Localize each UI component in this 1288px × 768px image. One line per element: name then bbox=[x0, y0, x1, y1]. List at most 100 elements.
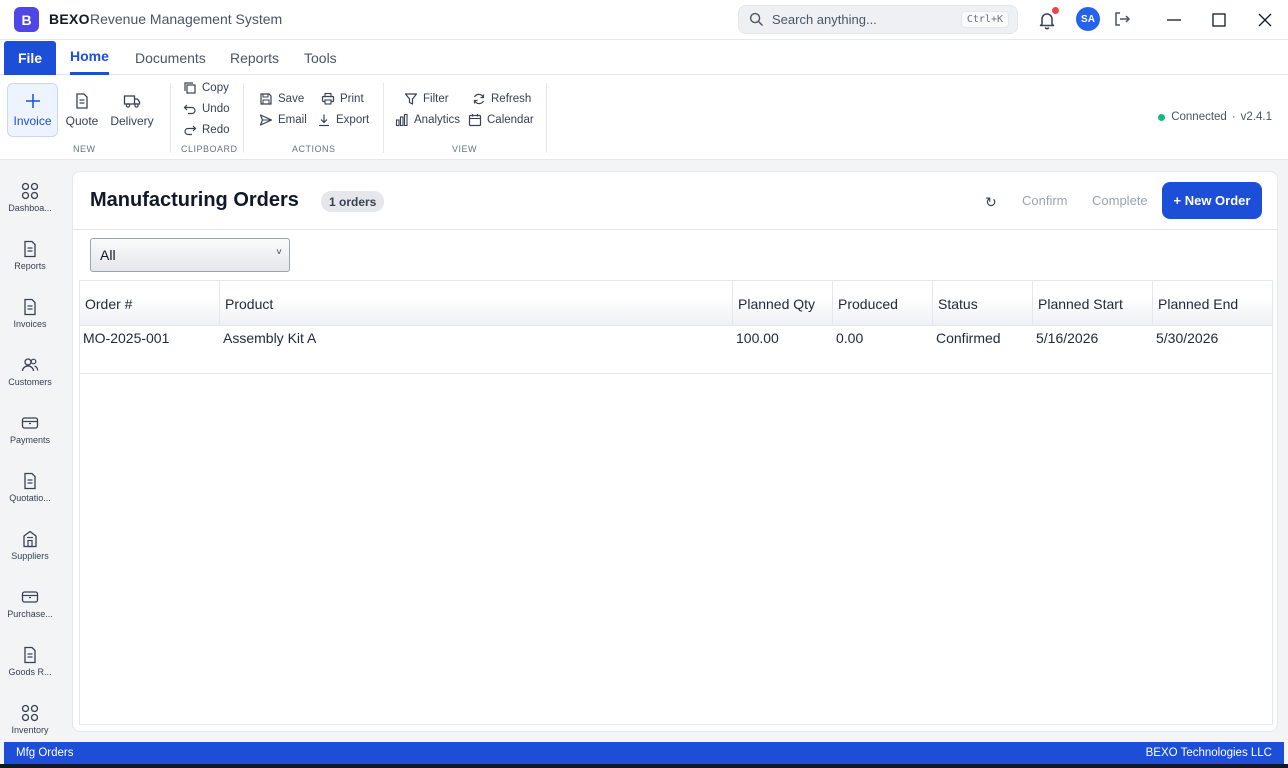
copy-button[interactable]: Copy bbox=[183, 81, 229, 95]
save-icon bbox=[260, 93, 272, 105]
sidebar-item-label: Customers bbox=[8, 376, 52, 387]
complete-button[interactable]: Complete bbox=[1092, 193, 1148, 208]
sidebar: Dashboa... Reports Invoices Customers Pa… bbox=[0, 160, 60, 740]
user-avatar[interactable]: SA bbox=[1076, 7, 1100, 31]
global-search[interactable]: Search anything... Ctrl+K bbox=[738, 5, 1018, 34]
refresh-label: Refresh bbox=[491, 93, 532, 105]
sidebar-item-quotations[interactable]: Quotatio... bbox=[0, 458, 60, 516]
minimize-icon[interactable] bbox=[1163, 9, 1185, 31]
search-placeholder: Search anything... bbox=[772, 12, 877, 27]
email-button[interactable]: Email bbox=[259, 113, 307, 127]
building-icon bbox=[23, 530, 37, 547]
column-header-planned-qty[interactable]: Planned Qty bbox=[733, 281, 833, 326]
main-panel: Manufacturing Orders 1 orders ↻ Confirm … bbox=[72, 171, 1278, 732]
filter-label: Filter bbox=[423, 93, 449, 105]
sidebar-item-inventory[interactable]: Inventory bbox=[0, 690, 60, 748]
analytics-label: Analytics bbox=[414, 114, 461, 126]
group-label-clipboard: CLIPBOARD bbox=[181, 144, 238, 154]
wallet-icon bbox=[21, 590, 39, 603]
column-header-planned-end[interactable]: Planned End bbox=[1153, 281, 1272, 326]
calendar-icon bbox=[468, 114, 482, 127]
document-icon bbox=[24, 472, 36, 489]
sidebar-item-label: Reports bbox=[14, 260, 46, 271]
brand-name: BEXO bbox=[49, 11, 90, 27]
ribbon-tabs: File Home Documents Reports Tools bbox=[0, 40, 1288, 75]
cell-planned-start: 5/16/2026 bbox=[1036, 330, 1099, 346]
refresh-button[interactable]: Refresh bbox=[472, 92, 531, 106]
close-icon[interactable] bbox=[1254, 9, 1276, 31]
new-order-button[interactable]: + New Order bbox=[1162, 182, 1262, 219]
save-label: Save bbox=[278, 93, 305, 105]
group-label-actions: ACTIONS bbox=[292, 144, 336, 154]
maximize-icon[interactable] bbox=[1208, 9, 1230, 31]
ribbon-separator bbox=[546, 83, 547, 153]
save-button[interactable]: Save bbox=[259, 92, 304, 106]
status-filter-select[interactable]: All ˅ bbox=[90, 238, 290, 272]
copy-label: Copy bbox=[202, 82, 229, 94]
new-delivery-button[interactable]: Delivery bbox=[108, 83, 156, 137]
column-header-status[interactable]: Status bbox=[933, 281, 1033, 326]
tab-tools[interactable]: Tools bbox=[304, 40, 337, 75]
bar-chart-icon bbox=[395, 113, 408, 127]
send-icon bbox=[259, 114, 273, 126]
filter-button[interactable]: Filter bbox=[404, 92, 449, 106]
sidebar-item-reports[interactable]: Reports bbox=[0, 226, 60, 284]
export-label: Export bbox=[336, 114, 370, 126]
search-shortcut: Ctrl+K bbox=[960, 11, 1009, 28]
redo-label: Redo bbox=[202, 124, 230, 136]
sidebar-item-suppliers[interactable]: Suppliers bbox=[0, 516, 60, 574]
connection-label: Connected bbox=[1171, 111, 1227, 123]
cell-produced: 0.00 bbox=[836, 330, 864, 346]
app-logo: B bbox=[14, 7, 39, 32]
reload-button[interactable]: ↻ bbox=[985, 194, 997, 211]
sidebar-item-payments[interactable]: Payments bbox=[0, 400, 60, 458]
ribbon-separator bbox=[170, 83, 171, 153]
connection-status: Connected · v2.4.1 bbox=[1158, 111, 1272, 123]
copy-icon bbox=[184, 82, 196, 94]
column-header-produced[interactable]: Produced bbox=[833, 281, 933, 326]
page-title: Manufacturing Orders bbox=[90, 189, 299, 211]
column-header-planned-start[interactable]: Planned Start bbox=[1033, 281, 1153, 326]
sidebar-item-label: Quotatio... bbox=[9, 492, 51, 503]
new-invoice-button[interactable]: Invoice bbox=[7, 83, 58, 137]
sidebar-item-label: Inventory bbox=[11, 724, 49, 735]
truck-icon bbox=[123, 95, 141, 108]
grid-icon bbox=[21, 182, 39, 199]
analytics-button[interactable]: Analytics bbox=[395, 113, 460, 127]
print-button[interactable]: Print bbox=[321, 92, 364, 106]
wallet-icon bbox=[21, 416, 39, 429]
new-quote-button[interactable]: Quote bbox=[62, 83, 102, 137]
tab-file[interactable]: File bbox=[4, 41, 56, 75]
order-count-badge: 1 orders bbox=[321, 191, 385, 212]
column-header-order[interactable]: Order # bbox=[80, 281, 220, 326]
document-icon bbox=[24, 240, 36, 257]
sidebar-item-customers[interactable]: Customers bbox=[0, 342, 60, 400]
app-subtitle: Revenue Management System bbox=[90, 11, 283, 27]
cell-planned-end: 5/30/2026 bbox=[1156, 330, 1219, 346]
redo-button[interactable]: Redo bbox=[183, 123, 230, 137]
tab-home[interactable]: Home bbox=[70, 40, 109, 75]
status-bar: Mfg Orders BEXO Technologies LLC bbox=[4, 742, 1284, 764]
calendar-button[interactable]: Calendar bbox=[468, 113, 534, 127]
export-button[interactable]: Export bbox=[317, 113, 369, 127]
confirm-button[interactable]: Confirm bbox=[1022, 193, 1068, 208]
undo-button[interactable]: Undo bbox=[183, 102, 230, 116]
table-row[interactable]: MO-2025-001 Assembly Kit A 100.00 0.00 C… bbox=[80, 326, 1272, 374]
sidebar-item-goods-receipts[interactable]: Goods R... bbox=[0, 632, 60, 690]
sidebar-item-invoices[interactable]: Invoices bbox=[0, 284, 60, 342]
version-label: v2.4.1 bbox=[1240, 111, 1272, 123]
sidebar-item-purchases[interactable]: Purchase... bbox=[0, 574, 60, 632]
users-icon bbox=[21, 357, 39, 371]
sidebar-item-dashboard[interactable]: Dashboa... bbox=[0, 168, 60, 226]
logout-icon[interactable] bbox=[1112, 9, 1132, 29]
table-header: Order # Product Planned Qty Produced Sta… bbox=[80, 281, 1272, 326]
cell-status: Confirmed bbox=[936, 330, 1001, 346]
search-icon bbox=[749, 12, 763, 26]
status-bar-page: Mfg Orders bbox=[16, 747, 74, 759]
column-header-product[interactable]: Product bbox=[220, 281, 733, 326]
undo-label: Undo bbox=[202, 103, 230, 115]
download-icon bbox=[319, 114, 329, 127]
tab-documents[interactable]: Documents bbox=[135, 40, 206, 75]
tab-reports[interactable]: Reports bbox=[230, 40, 279, 75]
notification-dot bbox=[1052, 7, 1059, 14]
